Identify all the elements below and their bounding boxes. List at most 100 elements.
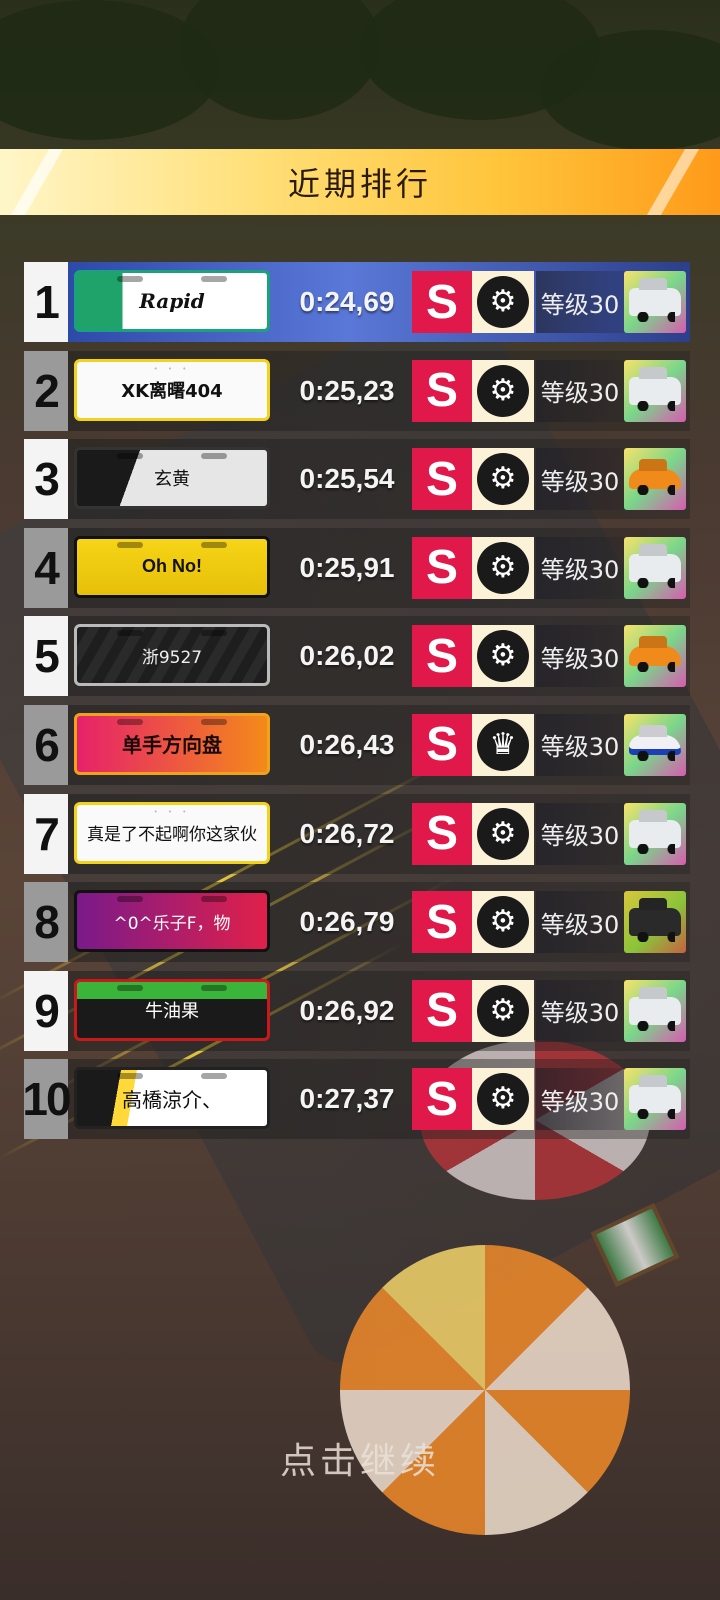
car-icon bbox=[629, 819, 681, 854]
grade-badge: S bbox=[412, 1068, 472, 1131]
lap-time: 0:26,43 bbox=[299, 728, 395, 760]
part-slot: ⚙ bbox=[472, 359, 534, 422]
page-title: 近期排行 bbox=[287, 165, 432, 203]
lap-time: 0:26,79 bbox=[299, 906, 395, 938]
grade-badge: S bbox=[412, 536, 472, 599]
leaderboard-row[interactable]: 10 高橋涼介、 0:27,37 S ⚙ 等级30 bbox=[22, 1059, 690, 1140]
wheel-icon: ⚙ bbox=[477, 896, 529, 949]
player-level: 等级30 bbox=[536, 979, 624, 1042]
part-slot: ⚙ bbox=[472, 448, 534, 511]
leaderboard-row[interactable]: 2 • • • XK离曙404 0:25,23 S ⚙ 等级30 bbox=[24, 350, 690, 431]
car-thumbnail bbox=[624, 891, 686, 954]
part-slot: ⚙ bbox=[472, 625, 534, 688]
license-plate: Rapid bbox=[74, 270, 270, 332]
part-slot: ⚙ bbox=[472, 802, 534, 865]
license-plate: • • • 真是了不起啊你这家伙 bbox=[74, 801, 270, 864]
player-level: 等级30 bbox=[536, 536, 624, 599]
leaderboard-row[interactable]: 3 玄黄 0:25,54 S ⚙ 等级30 bbox=[24, 439, 690, 520]
car-icon bbox=[629, 469, 681, 496]
wheel-icon: ⚙ bbox=[477, 453, 529, 506]
plate-clip bbox=[117, 276, 143, 282]
car-icon bbox=[629, 288, 681, 322]
plate-clip bbox=[117, 984, 143, 991]
wheel-icon: ⚙ bbox=[477, 276, 529, 328]
car-icon bbox=[629, 734, 681, 761]
license-plate: 牛油果 bbox=[74, 978, 270, 1041]
part-slot: ⚙ bbox=[472, 271, 534, 333]
part-slot: ♛ bbox=[472, 713, 534, 776]
license-plate: 高橋涼介、 bbox=[74, 1067, 270, 1130]
car-thumbnail bbox=[624, 359, 686, 422]
player-name: 浙9527 bbox=[141, 647, 203, 668]
plate-welcome-strip: • • • bbox=[153, 364, 191, 373]
leaderboard-row[interactable]: 6 单手方向盘 0:26,43 S ♛ 等级30 bbox=[24, 704, 690, 785]
license-plate: 单手方向盘 bbox=[74, 712, 270, 775]
player-level: 等级30 bbox=[536, 891, 624, 954]
plate-clip bbox=[117, 541, 143, 548]
lap-time: 0:25,91 bbox=[299, 551, 395, 583]
plate-clip bbox=[201, 1073, 227, 1080]
leaderboard-row[interactable]: 5 浙9527 0:26,02 S ⚙ 等级30 bbox=[24, 616, 690, 697]
rank-number: 10 bbox=[22, 1059, 72, 1140]
player-level: 等级30 bbox=[536, 713, 624, 776]
rank-number: 4 bbox=[24, 527, 68, 608]
lap-time: 0:26,02 bbox=[299, 640, 395, 672]
license-plate: 浙9527 bbox=[74, 624, 270, 687]
lap-time: 0:27,37 bbox=[299, 1083, 395, 1115]
player-name: Rapid bbox=[139, 289, 205, 313]
wheel-icon: ⚙ bbox=[477, 364, 529, 417]
player-name: 真是了不起啊你这家伙 bbox=[87, 825, 257, 846]
plate-clip bbox=[201, 630, 227, 637]
player-name: Oh No! bbox=[142, 556, 202, 577]
title-banner: 近期排行 bbox=[0, 149, 720, 215]
leaderboard-row[interactable]: 7 • • • 真是了不起啊你这家伙 0:26,72 S ⚙ 等级30 bbox=[24, 793, 690, 874]
leaderboard-row[interactable]: 1 Rapid 0:24,69 S ⚙ 等级30 bbox=[24, 262, 690, 342]
grade-badge: S bbox=[412, 448, 472, 511]
car-thumbnail bbox=[624, 1068, 686, 1131]
lap-time: 0:26,92 bbox=[299, 994, 395, 1026]
car-thumbnail bbox=[624, 979, 686, 1042]
rank-number: 9 bbox=[24, 970, 68, 1051]
player-name: 玄黄 bbox=[154, 469, 190, 491]
leaderboard-row[interactable]: 9 牛油果 0:26,92 S ⚙ 等级30 bbox=[24, 970, 690, 1051]
wheel-icon: ⚙ bbox=[477, 984, 529, 1037]
grade-badge: S bbox=[412, 979, 472, 1042]
car-icon bbox=[629, 376, 681, 411]
crown-icon: ♛ bbox=[477, 718, 529, 771]
plate-clip bbox=[201, 453, 227, 460]
grade-badge: S bbox=[412, 802, 472, 865]
player-level: 等级30 bbox=[536, 448, 624, 511]
part-slot: ⚙ bbox=[472, 536, 534, 599]
rank-number: 1 bbox=[24, 262, 68, 342]
part-slot: ⚙ bbox=[472, 891, 534, 954]
plate-clip bbox=[201, 896, 227, 903]
rank-number: 3 bbox=[24, 439, 68, 520]
wheel-icon: ⚙ bbox=[477, 630, 529, 683]
car-thumbnail bbox=[624, 713, 686, 776]
plate-clip bbox=[201, 984, 227, 991]
rank-number: 5 bbox=[24, 616, 68, 697]
player-name: ^0^乐子F，物 bbox=[113, 913, 231, 934]
part-slot: ⚙ bbox=[472, 1068, 534, 1131]
player-name: XK离曙404 bbox=[121, 380, 223, 402]
plate-clip bbox=[117, 718, 143, 725]
wheel-icon: ⚙ bbox=[477, 541, 529, 594]
license-plate: ^0^乐子F，物 bbox=[74, 890, 270, 953]
license-plate: Oh No! bbox=[74, 535, 270, 598]
rank-number: 6 bbox=[24, 704, 68, 785]
player-name: 单手方向盘 bbox=[122, 733, 222, 758]
leaderboard-row[interactable]: 4 Oh No! 0:25,91 S ⚙ 等级30 bbox=[24, 527, 690, 608]
grade-badge: S bbox=[412, 891, 472, 954]
rank-number: 7 bbox=[24, 793, 68, 874]
lap-time: 0:25,23 bbox=[299, 374, 395, 406]
plate-clip bbox=[201, 718, 227, 725]
lap-time: 0:25,54 bbox=[299, 463, 395, 495]
rank-number: 8 bbox=[24, 882, 68, 963]
tap-to-continue[interactable]: 点击继续 bbox=[0, 1432, 720, 1484]
car-thumbnail bbox=[624, 448, 686, 511]
player-level: 等级30 bbox=[536, 359, 624, 422]
grade-badge: S bbox=[412, 713, 472, 776]
leaderboard-row[interactable]: 8 ^0^乐子F，物 0:26,79 S ⚙ 等级30 bbox=[24, 882, 690, 963]
player-name: 高橋涼介、 bbox=[122, 1087, 222, 1112]
grade-badge: S bbox=[412, 271, 472, 333]
